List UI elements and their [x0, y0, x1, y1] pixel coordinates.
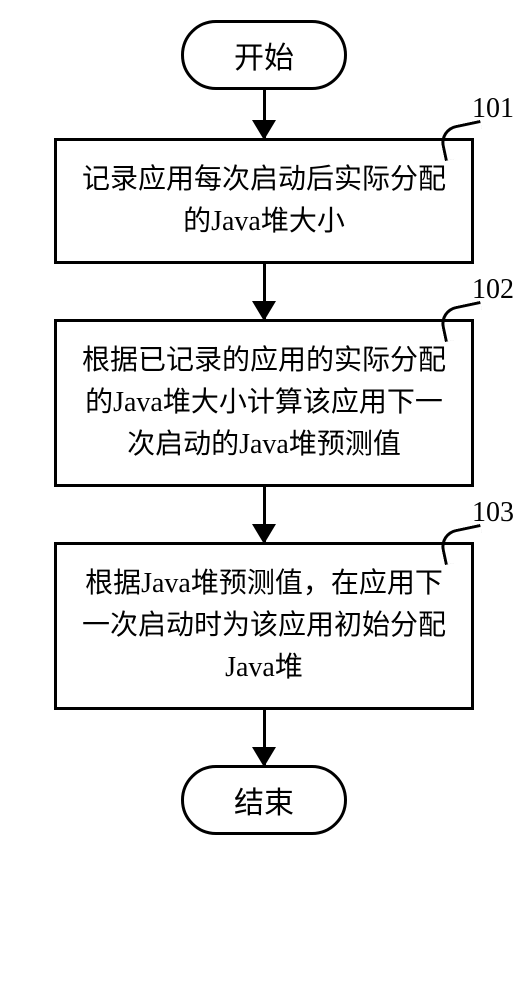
- process-3-text: 根据Java堆预测值，在应用下一次启动时为该应用初始分配Java堆: [82, 568, 446, 683]
- process-3-connector: [438, 524, 487, 565]
- process-1-text: 记录应用每次启动后实际分配的Java堆大小: [82, 164, 446, 237]
- process-1-connector: [438, 120, 487, 161]
- process-2: 根据已记录的应用的实际分配的Java堆大小计算该应用下一次启动的Java堆预测值: [54, 319, 474, 487]
- arrow-4: [263, 710, 266, 765]
- flowchart-container: 开始 101 记录应用每次启动后实际分配的Java堆大小 102 根据已记录的应…: [39, 20, 489, 835]
- end-label: 结束: [234, 787, 294, 820]
- end-node: 结束: [181, 765, 347, 835]
- process-2-wrap: 102 根据已记录的应用的实际分配的Java堆大小计算该应用下一次启动的Java…: [39, 319, 489, 487]
- process-3-wrap: 103 根据Java堆预测值，在应用下一次启动时为该应用初始分配Java堆: [39, 542, 489, 710]
- process-3: 根据Java堆预测值，在应用下一次启动时为该应用初始分配Java堆: [54, 542, 474, 710]
- start-node: 开始: [181, 20, 347, 90]
- arrow-3: [263, 487, 266, 542]
- process-2-connector: [438, 301, 487, 342]
- start-label: 开始: [234, 42, 294, 75]
- process-1-wrap: 101 记录应用每次启动后实际分配的Java堆大小: [39, 138, 489, 264]
- arrow-1: [263, 90, 266, 138]
- process-1: 记录应用每次启动后实际分配的Java堆大小: [54, 138, 474, 264]
- arrow-2: [263, 264, 266, 319]
- process-2-text: 根据已记录的应用的实际分配的Java堆大小计算该应用下一次启动的Java堆预测值: [82, 345, 446, 460]
